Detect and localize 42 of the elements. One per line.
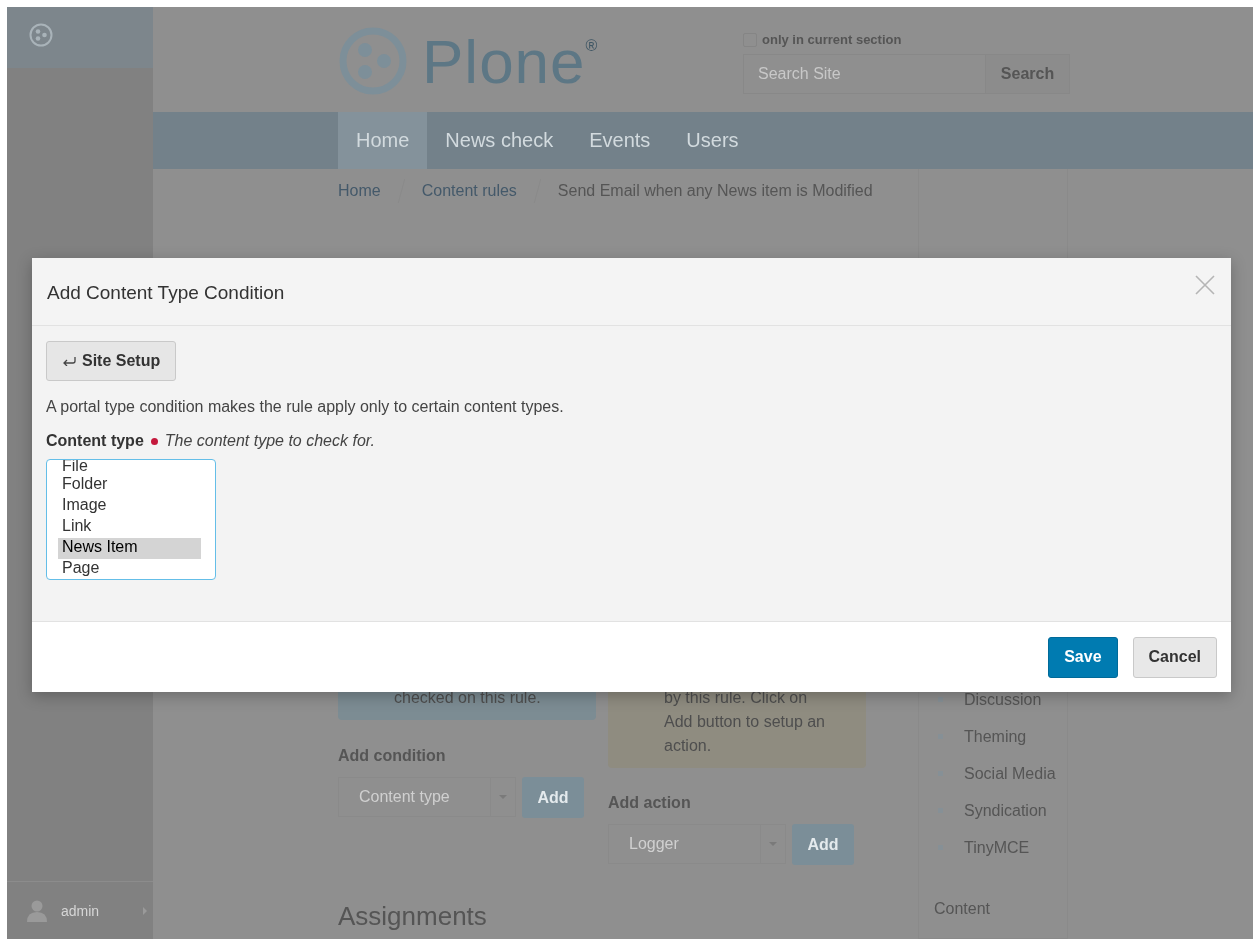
dialog-description: A portal type condition makes the rule apply only to certain content types.: [46, 398, 565, 416]
field-label: Content type: [46, 432, 144, 450]
nav-tab[interactable]: Users: [668, 111, 757, 169]
nav-tab[interactable]: Events: [571, 111, 669, 169]
list-option[interactable]: News Item: [58, 538, 201, 559]
user-icon: [27, 899, 47, 922]
portlet-link[interactable]: TinyMCE: [938, 839, 1067, 876]
portlet-link[interactable]: Theming: [938, 728, 1067, 765]
breadcrumb-link[interactable]: Send Email when any News item is Modified: [557, 182, 873, 200]
condition-select[interactable]: Content type: [338, 777, 516, 817]
return-arrow-icon: [62, 356, 76, 366]
plone-logo-icon[interactable]: [29, 23, 53, 47]
field-label: Add action: [608, 794, 692, 812]
section-heading: Assignments: [338, 901, 488, 932]
dialog-title: Add Content Type Condition: [47, 281, 285, 304]
action-select[interactable]: Logger: [608, 824, 786, 864]
add-button[interactable]: Add: [522, 777, 584, 818]
portlet-section-heading: Content: [934, 900, 992, 918]
list-option[interactable]: File: [62, 460, 201, 475]
search-field[interactable]: Search Site: [743, 54, 986, 94]
nav-tab[interactable]: Home: [338, 111, 428, 169]
list-option[interactable]: Page: [62, 559, 201, 579]
add-button[interactable]: Add: [792, 824, 854, 865]
portlet-link[interactable]: Social Media: [938, 765, 1067, 802]
field-label: Add condition: [338, 747, 447, 765]
breadcrumb-link[interactable]: Content rules: [421, 182, 517, 200]
content-type-listbox[interactable]: File Folder Image Link News Item Page: [46, 459, 216, 580]
portlet-link[interactable]: Discussion: [938, 691, 1067, 728]
save-button[interactable]: Save: [1048, 636, 1118, 678]
breadcrumb-link[interactable]: Home: [338, 182, 381, 200]
cancel-button[interactable]: Cancel: [1132, 636, 1217, 678]
list-option[interactable]: Folder: [62, 475, 201, 496]
info-text: checked on this rule.: [394, 689, 541, 706]
nav-tab[interactable]: News check: [427, 111, 572, 169]
site-setup-button[interactable]: Site Setup: [46, 341, 177, 381]
list-option[interactable]: Link: [62, 517, 201, 538]
field-help-text: The content type to check for.: [164, 432, 375, 450]
caret-icon: [143, 906, 148, 915]
checkbox-label: only in current section: [762, 32, 902, 47]
portlet-link[interactable]: Syndication: [938, 802, 1067, 839]
close-icon[interactable]: [1195, 274, 1215, 295]
list-option[interactable]: Image: [62, 496, 201, 517]
